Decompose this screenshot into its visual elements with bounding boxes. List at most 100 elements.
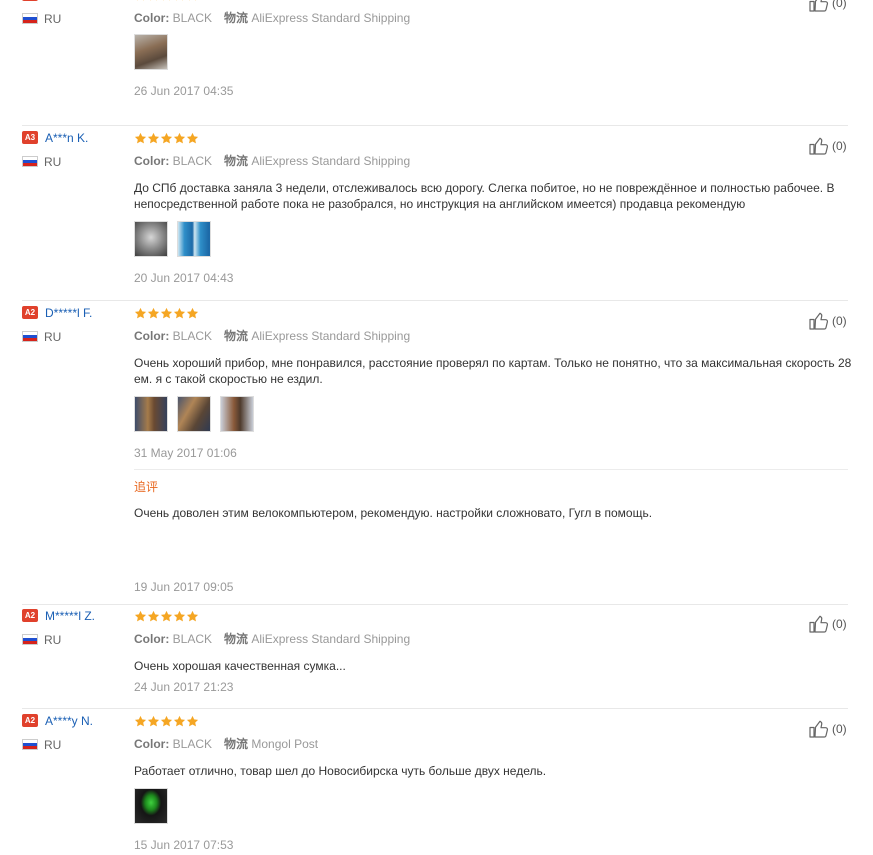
color-value: BLACK [172,154,213,168]
review-text: До СПб доставка заняла 3 недели, отслежи… [134,181,835,211]
review-photo-thumbnail[interactable] [220,396,254,432]
buyer-level-badge: A2 [22,609,38,622]
reviewer-name[interactable]: N*****a N. [45,0,99,2]
divider [22,708,848,709]
star-icon [160,610,173,623]
star-icon [173,307,186,320]
color-label: Color: [134,632,170,646]
star-icon [147,0,160,2]
review-date: 31 May 2017 01:06 [134,446,237,460]
reviewer-country: RU [44,330,62,344]
color-value: BLACK [172,329,213,343]
star-rating [134,610,199,624]
flag-ru-icon [22,156,38,167]
buyer-level-badge: A2 [22,306,38,319]
logistics-value: AliExpress Standard Shipping [251,632,411,646]
flag-ru-icon [22,739,38,750]
additional-review-label: 追评 [134,480,159,494]
like-count: (0) [832,314,847,328]
color-label: Color: [134,737,170,751]
color-value: BLACK [172,11,213,25]
reviewer-name[interactable]: A***n K. [45,131,88,145]
star-rating [134,0,199,3]
logistics-value: Mongol Post [251,737,319,751]
star-icon [134,132,147,145]
color-label: Color: [134,329,170,343]
logistics-value: AliExpress Standard Shipping [251,11,411,25]
star-icon [147,307,160,320]
logistics-label: 物流 [224,632,249,646]
star-rating [134,307,199,321]
reviewer-name[interactable]: M*****l Z. [45,609,95,623]
reviewer-country: RU [44,12,62,26]
flag-ru-icon [22,13,38,24]
like-count: (0) [832,139,847,153]
review-photo-thumbnail[interactable] [134,34,168,70]
review-text: Работает отлично, товар шел до Новосибир… [134,764,547,778]
star-icon [173,715,186,728]
star-icon [160,132,173,145]
order-info: Color: BLACK 物流 Mongol Post [134,737,318,751]
review-text: Очень хороший прибор, мне понравился, ра… [134,356,852,386]
logistics-value: AliExpress Standard Shipping [251,329,411,343]
order-info: Color: BLACK 物流 AliExpress Standard Shipp… [134,632,410,646]
logistics-label: 物流 [224,329,249,343]
logistics-label: 物流 [224,737,249,751]
like-count: (0) [832,617,847,631]
review-photo-thumbnail[interactable] [134,788,168,824]
review-date: 15 Jun 2017 07:53 [134,838,234,852]
star-icon [134,715,147,728]
buyer-level-badge: A2 [22,714,38,727]
additional-review-text: Очень доволен этим велокомпьютером, реко… [134,506,653,520]
order-info: Color: BLACK 物流 AliExpress Standard Shipp… [134,11,410,25]
star-icon [186,307,199,320]
color-label: Color: [134,11,170,25]
review-date: 24 Jun 2017 21:23 [134,680,234,694]
flag-ru-icon [22,634,38,645]
star-rating [134,132,199,146]
review-photo-thumbnail[interactable] [177,396,211,432]
star-icon [134,0,147,2]
star-icon [160,0,173,2]
order-info: Color: BLACK 物流 AliExpress Standard Shipp… [134,329,410,343]
divider [22,125,848,126]
star-icon [186,0,199,2]
like-count: (0) [832,0,847,10]
star-icon [134,307,147,320]
review-feed: A2 N*****a N. RU Color: BLACK 物流 AliExpress … [0,0,873,855]
buyer-level-badge: A2 [22,0,38,1]
review-date: 26 Jun 2017 04:35 [134,84,234,98]
star-icon [186,610,199,623]
buyer-level-badge: A3 [22,131,38,144]
star-icon [186,132,199,145]
additional-review-date: 19 Jun 2017 09:05 [134,580,234,594]
review-date: 20 Jun 2017 04:43 [134,271,234,285]
color-value: BLACK [172,737,213,751]
review-photo-thumbnail[interactable] [177,221,211,257]
logistics-label: 物流 [224,11,249,25]
color-label: Color: [134,154,170,168]
review-photo-thumbnail[interactable] [134,396,168,432]
divider [134,469,848,470]
color-value: BLACK [172,632,213,646]
logistics-label: 物流 [224,154,249,168]
reviewer-name[interactable]: D*****l F. [45,306,92,320]
order-info: Color: BLACK 物流 AliExpress Standard Shipp… [134,154,410,168]
star-icon [186,715,199,728]
star-icon [173,132,186,145]
logistics-value: AliExpress Standard Shipping [251,154,411,168]
divider [22,300,848,301]
flag-ru-icon [22,331,38,342]
star-icon [160,307,173,320]
reviewer-name[interactable]: A****y N. [45,714,93,728]
like-count: (0) [832,722,847,736]
star-icon [160,715,173,728]
star-icon [134,610,147,623]
reviewer-country: RU [44,738,62,752]
star-icon [173,0,186,2]
star-rating [134,715,199,729]
star-icon [147,715,160,728]
review-text: Очень хорошая качественная сумка... [134,659,346,673]
review-photo-thumbnail[interactable] [134,221,168,257]
divider [22,604,848,605]
